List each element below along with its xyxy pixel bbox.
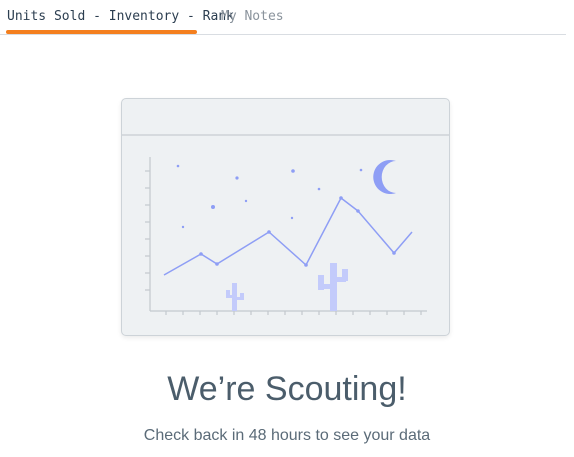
tab-bar: Units Sold - Inventory - Rank My Notes <box>0 0 566 35</box>
illustration-line-series <box>163 197 413 276</box>
active-tab-indicator <box>6 30 197 34</box>
empty-state-message: Check back in 48 hours to see your data <box>143 427 431 444</box>
tab-my-notes[interactable]: My Notes <box>221 9 284 25</box>
cactus-icon <box>226 283 244 311</box>
star-icon <box>176 164 363 229</box>
empty-state-illustration <box>121 98 450 336</box>
empty-state-title: We’re Scouting! <box>167 370 407 408</box>
crescent-moon-icon <box>373 160 396 194</box>
cactus-icon <box>318 263 348 311</box>
illustration-axes <box>145 157 427 315</box>
tab-units-sold-inventory-rank[interactable]: Units Sold - Inventory - Rank <box>7 9 234 25</box>
